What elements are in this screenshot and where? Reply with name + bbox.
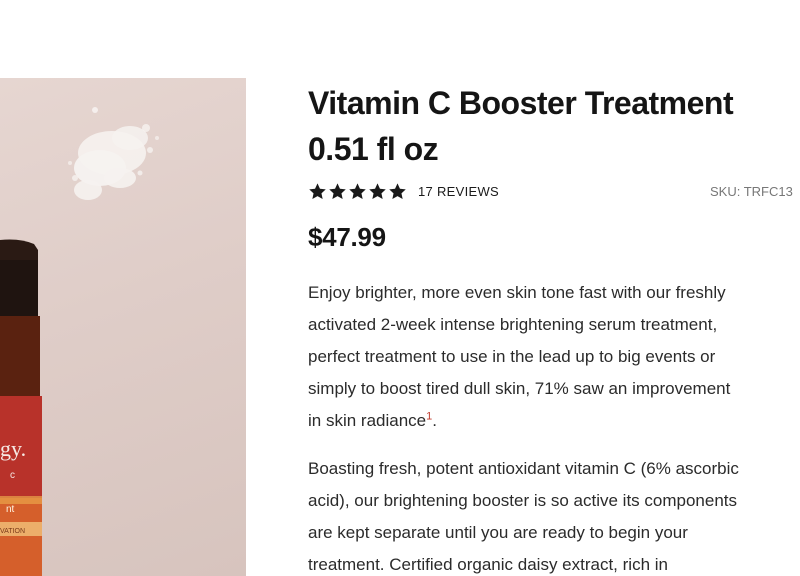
product-title-line-1: Vitamin C Booster Treatment <box>308 85 734 121</box>
meta-row: 17 REVIEWS SKU: TRFC13 <box>308 182 800 206</box>
product-title: Vitamin C Booster Treatment 0.51 fl oz <box>308 80 800 172</box>
bottle-label-text-4: VATION <box>0 528 25 535</box>
description-line: are kept separate until you are ready to… <box>308 523 688 542</box>
description-line-text: in skin radiance <box>308 411 427 430</box>
powder-pile <box>68 107 159 200</box>
description-paragraph-2: Boasting fresh, potent antioxidant vitam… <box>308 453 800 576</box>
description-paragraph-1: Enjoy brighter, more even skin tone fast… <box>308 277 800 437</box>
rating-stars[interactable] <box>308 182 407 201</box>
star-icon <box>329 183 346 200</box>
product-info: Vitamin C Booster Treatment 0.51 fl oz 1… <box>308 80 800 576</box>
bottle-label-text-2: c <box>10 470 15 481</box>
description-line: activated 2-week intense brightening ser… <box>308 315 718 334</box>
description-line: Boasting fresh, potent antioxidant vitam… <box>308 459 739 478</box>
star-icon <box>389 183 406 200</box>
description-line-last: in skin radiance1. <box>308 405 800 437</box>
bottle-label-text-1: gy. <box>0 436 26 461</box>
star-icon <box>369 183 386 200</box>
description-line: treatment. Certified organic daisy extra… <box>308 555 668 574</box>
description-line: acid), our brightening booster is so act… <box>308 491 738 510</box>
description-line: simply to boost tired dull skin, 71% saw… <box>308 379 731 398</box>
star-icon <box>349 183 366 200</box>
product-image[interactable]: gy. c nt VATION <box>0 78 246 576</box>
star-icon <box>309 183 326 200</box>
product-title-line-2: 0.51 fl oz <box>308 131 439 167</box>
sku-label: SKU: TRFC13 <box>710 184 793 199</box>
product-price: $47.99 <box>308 222 386 252</box>
description-period: . <box>432 411 437 430</box>
bottle-label-text-3: nt <box>6 504 15 515</box>
bottle: gy. c nt VATION <box>0 239 42 576</box>
description-line: perfect treatment to use in the lead up … <box>308 347 716 366</box>
reviews-link[interactable]: 17 REVIEWS <box>418 184 499 199</box>
product-page: gy. c nt VATION Vitamin C Booster Treatm… <box>0 0 800 576</box>
product-photo: gy. c nt VATION <box>0 107 159 576</box>
product-description: Enjoy brighter, more even skin tone fast… <box>308 277 800 576</box>
description-line: Enjoy brighter, more even skin tone fast… <box>308 283 726 302</box>
